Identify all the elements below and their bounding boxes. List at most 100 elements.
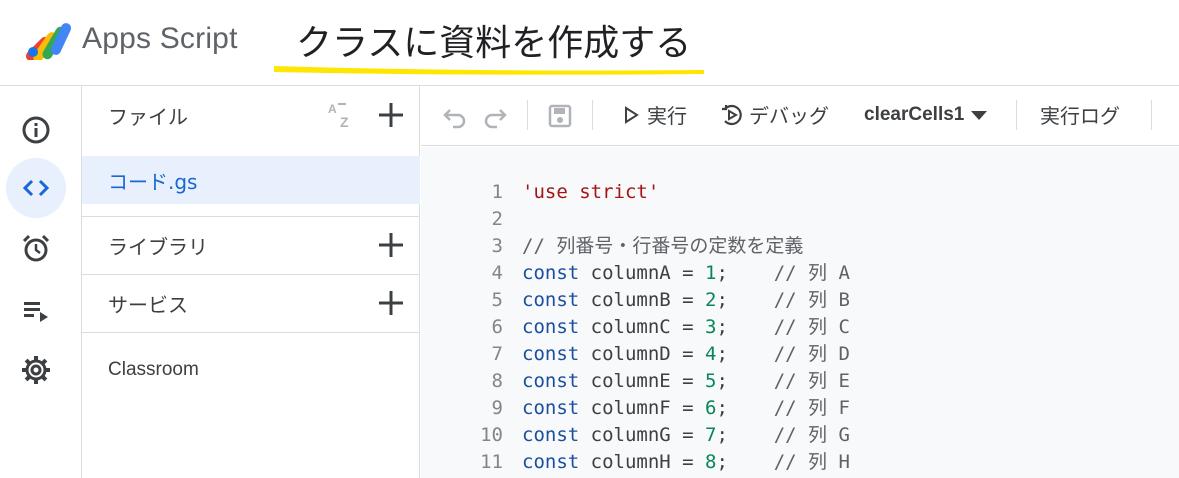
triggers-button[interactable]	[6, 218, 66, 278]
line-number: 4	[491, 262, 503, 284]
files-panel: ファイル A Z コード.gs ライブラリ サービス Classroom	[82, 86, 420, 478]
code-text: 'use strict'	[522, 179, 659, 206]
comment: // 列 H	[773, 451, 850, 473]
number-literal: 8	[705, 451, 717, 473]
line-number: 11	[480, 451, 503, 473]
debug-button[interactable]: デバッグ	[719, 100, 829, 129]
sort-az-icon[interactable]: A Z	[326, 100, 358, 130]
play-icon	[625, 105, 639, 124]
code-text: const columnF = 6; // 列 F	[522, 397, 850, 419]
code-line: 7 const columnD = 4; // 列 D	[421, 341, 1179, 368]
keyword: const	[522, 262, 580, 284]
line-number: 7	[491, 343, 503, 365]
execution-log-button[interactable]: 実行ログ	[1040, 100, 1120, 129]
apps-script-logo[interactable]	[22, 16, 74, 60]
run-button[interactable]: 実行	[623, 100, 687, 129]
comment: // 列 F	[773, 397, 850, 419]
code-text: const columnH = 8; // 列 H	[522, 451, 850, 473]
debug-label: デバッグ	[749, 104, 829, 128]
code-line: 10 const columnG = 7; // 列 G	[421, 422, 1179, 449]
code-brackets-icon	[22, 179, 50, 197]
code-line: 8 const columnE = 5; // 列 E	[421, 368, 1179, 395]
number-literal: 5	[705, 370, 717, 392]
line-number: 8	[491, 370, 503, 392]
settings-button[interactable]	[6, 340, 66, 400]
editor-toolbar: 実行 デバッグ clearCells1 実行ログ	[421, 86, 1179, 146]
code-text: const columnG = 7; // 列 G	[522, 424, 850, 446]
add-file-icon[interactable]	[376, 100, 406, 130]
libraries-label: ライブラリ	[108, 234, 208, 259]
app-name: Apps Script	[82, 22, 238, 55]
code-line: 4 const columnA = 1; // 列 A	[421, 260, 1179, 287]
toolbar-separator	[1151, 100, 1152, 130]
file-item-code-gs[interactable]: コード.gs	[82, 156, 420, 204]
header: Apps Script クラスに資料を作成する	[0, 0, 1179, 86]
undo-icon[interactable]	[441, 102, 469, 130]
keyword: const	[522, 316, 580, 338]
string-literal: 'use strict'	[522, 181, 660, 203]
save-icon[interactable]	[546, 102, 574, 130]
execution-log-label: 実行ログ	[1040, 104, 1120, 128]
code-line: 5 const columnB = 2; // 列 B	[421, 287, 1179, 314]
keyword: const	[522, 451, 580, 473]
comment: // 列 B	[773, 289, 850, 311]
redo-icon[interactable]	[481, 102, 509, 130]
code-text: const columnA = 1; // 列 A	[522, 262, 850, 284]
code-line: 6 const columnC = 3; // 列 C	[421, 314, 1179, 341]
line-number: 6	[491, 316, 503, 338]
number-literal: 6	[705, 397, 717, 419]
svg-text:Z: Z	[340, 114, 349, 130]
run-label: 実行	[647, 104, 687, 128]
overview-button[interactable]	[6, 100, 66, 160]
service-item-classroom[interactable]: Classroom	[82, 352, 420, 388]
add-service-icon[interactable]	[376, 288, 406, 318]
code-line: 11 const columnH = 8; // 列 H	[421, 449, 1179, 476]
divider	[82, 332, 420, 333]
toolbar-separator	[527, 100, 528, 130]
executions-button[interactable]	[6, 280, 66, 340]
comment: // 列 E	[773, 370, 850, 392]
number-literal: 3	[705, 316, 717, 338]
code-text: const columnD = 4; // 列 D	[522, 343, 850, 365]
number-literal: 4	[705, 343, 717, 365]
function-name: clearCells1	[864, 104, 965, 125]
comment: // 列 C	[773, 316, 850, 338]
comment: // 列 A	[773, 262, 850, 284]
toolbar-separator	[1016, 100, 1017, 130]
comment: // 列 D	[773, 343, 850, 365]
files-label: ファイル	[108, 104, 188, 129]
code-text: const columnC = 3; // 列 C	[522, 316, 850, 338]
executions-list-icon	[24, 302, 48, 322]
line-number: 3	[491, 235, 503, 257]
keyword: const	[522, 289, 580, 311]
function-select[interactable]: clearCells1	[864, 104, 988, 126]
line-number: 1	[491, 181, 503, 203]
gear-icon	[22, 356, 50, 384]
number-literal: 2	[705, 289, 717, 311]
add-library-icon[interactable]	[376, 230, 406, 260]
files-section-header: ファイル A Z	[82, 86, 420, 144]
libraries-section-header: ライブラリ	[82, 216, 420, 274]
alarm-clock-icon	[22, 234, 50, 262]
line-number: 9	[491, 397, 503, 419]
code-editor[interactable]: 1'use strict' 2 3// 列番号・行番号の定数を定義 4 const co…	[421, 147, 1179, 478]
toolbar-separator	[592, 100, 593, 130]
code-line: 2	[421, 206, 1179, 233]
code-text: const columnE = 5; // 列 E	[522, 370, 850, 392]
keyword: const	[522, 370, 580, 392]
editor-button[interactable]	[6, 158, 66, 218]
number-literal: 1	[705, 262, 717, 284]
dropdown-arrow-icon	[971, 111, 988, 120]
line-number: 10	[480, 424, 503, 446]
code-line: 1 'use strict'	[421, 179, 1179, 206]
code-line: 9 const columnF = 6; // 列 F	[421, 395, 1179, 422]
code-text: const columnB = 2; // 列 B	[522, 289, 850, 311]
keyword: const	[522, 397, 580, 419]
left-nav-rail	[0, 86, 82, 478]
services-section-header: サービス	[82, 274, 420, 332]
line-number: 2	[491, 208, 503, 230]
comment: // 列番号・行番号の定数を定義	[522, 235, 804, 257]
keyword: const	[522, 424, 580, 446]
number-literal: 7	[705, 424, 717, 446]
project-title[interactable]: クラスに資料を作成する	[296, 14, 691, 66]
